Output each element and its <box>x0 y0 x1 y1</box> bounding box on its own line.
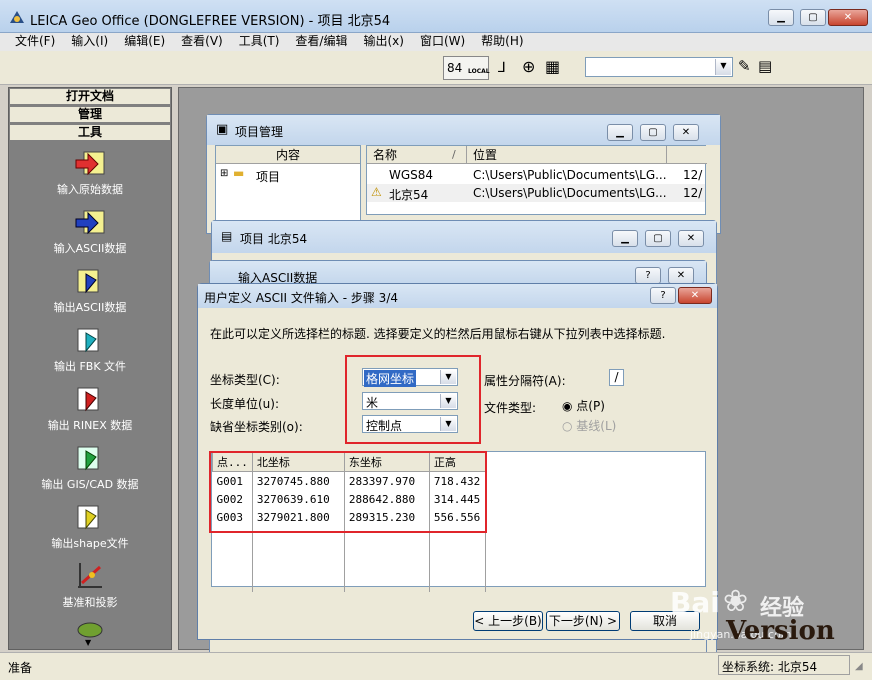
export-gis-icon <box>74 441 106 473</box>
ascii-step-dialog: 用户定义 ASCII 文件输入 - 步骤 3/4 ? ✕ 在此可以定义所选择栏的… <box>197 283 718 640</box>
tab-manage[interactable]: 管理 <box>9 106 171 123</box>
status-text: 准备 <box>8 661 33 675</box>
tool-export-gis-cad[interactable]: 输出 GIS/CAD 数据 <box>9 441 171 492</box>
menu-window[interactable]: 窗口(W) <box>420 34 465 48</box>
tool-import-raw[interactable]: 输入原始数据 <box>9 146 171 197</box>
datum-icon <box>74 559 106 591</box>
toolbar: 84 LOCAL ⅃ ⊕ ▦ ▼ ✎ ▤ <box>0 51 872 85</box>
menu-tools[interactable]: 工具(T) <box>239 34 280 48</box>
import-raw-icon <box>74 146 106 178</box>
project-window-title: 项目 北京54 <box>240 232 308 246</box>
status-coord-panel: 坐标系统: 北京54 <box>718 655 850 675</box>
status-bar: 准备 坐标系统: 北京54 ◢ <box>0 652 872 680</box>
edit-icon[interactable]: ✎ <box>738 57 751 75</box>
highlight-box-table <box>209 451 487 533</box>
menu-view-edit[interactable]: 查看/编辑 <box>295 34 347 48</box>
project-window-icon: ▤ <box>221 229 233 243</box>
back-button[interactable]: < 上一步(B) <box>473 611 543 631</box>
sidebar: 打开文档 管理 工具 输入原始数据 输入ASCII数据 输出ASCII数据 输出… <box>8 87 172 650</box>
radio-line[interactable]: ○ 基线(L) <box>562 417 616 434</box>
tool-export-rinex[interactable]: 输出 RINEX 数据 <box>9 382 171 433</box>
menu-edit[interactable]: 编辑(E) <box>124 34 165 48</box>
tool-export-ascii[interactable]: 输出ASCII数据 <box>9 264 171 315</box>
tool-next-partial[interactable] <box>9 618 171 653</box>
menu-file[interactable]: 文件(F) <box>15 34 55 48</box>
pm-minimize-button[interactable]: ▁ <box>607 124 633 141</box>
menu-export[interactable]: 输出(x) <box>363 34 403 48</box>
folder-icon: ▬ <box>233 166 245 180</box>
next-button[interactable]: 下一步(N) > <box>546 611 620 631</box>
warning-icon: ⚠ <box>371 185 382 199</box>
grid-icon[interactable]: ▦ <box>545 57 560 76</box>
menu-view[interactable]: 查看(V) <box>181 34 223 48</box>
tab-tools[interactable]: 工具 <box>9 124 171 141</box>
main-title-bar: LEICA Geo Office (DONGLEFREE VERSION) - … <box>0 0 872 33</box>
close-button[interactable]: ✕ <box>828 9 868 26</box>
list-item[interactable]: WGS84 C:\Users\Public\Documents\LG... 12… <box>367 166 705 184</box>
length-unit-label: 长度单位(u): <box>210 397 280 411</box>
dialog-title: 用户定义 ASCII 文件输入 - 步骤 3/4 <box>204 291 398 305</box>
project-manager-window: ▣ 项目管理 ▁ ▢ ✕ 内容 ⊞ ▬ 项目 名称 / 位置 WGS84 C:\… <box>206 114 721 234</box>
scroll-down-icon[interactable]: ▼ <box>85 638 91 647</box>
pm-close-button[interactable]: ✕ <box>673 124 699 141</box>
cancel-button[interactable]: 取消 <box>630 611 700 631</box>
separator-label: 属性分隔符(A): <box>484 374 566 388</box>
export-ascii-icon <box>74 264 106 296</box>
tab-open-docs[interactable]: 打开文档 <box>9 88 171 105</box>
project-manager-titlebar: ▣ 项目管理 ▁ ▢ ✕ <box>207 115 720 145</box>
window-title: LEICA Geo Office (DONGLEFREE VERSION) - … <box>30 14 391 29</box>
list-item[interactable]: ⚠ 北京54 C:\Users\Public\Documents\LG... 1… <box>367 184 705 202</box>
globe-icon[interactable]: ⊕ <box>522 57 535 76</box>
ascii-help-button[interactable]: ? <box>635 267 661 284</box>
resize-grip-icon[interactable]: ◢ <box>855 661 863 672</box>
project-icon: ▣ <box>216 122 229 137</box>
dialog-close-button[interactable]: ✕ <box>678 287 712 304</box>
pw-minimize-button[interactable]: ▁ <box>612 230 638 247</box>
pm-maximize-button[interactable]: ▢ <box>640 124 666 141</box>
dialog-instruction: 在此可以定义所选择栏的标题. 选择要定义的栏然后用鼠标右键从下拉列表中选择标题. <box>210 327 666 341</box>
toolbar-combo[interactable]: ▼ <box>585 57 733 77</box>
properties-icon[interactable]: ▤ <box>758 57 772 75</box>
ascii-close-button[interactable]: ✕ <box>668 267 694 284</box>
radio-point[interactable]: ◉ 点(P) <box>562 397 605 414</box>
project-window-titlebar: ▤ 项目 北京54 ▁ ▢ ✕ <box>212 221 716 253</box>
coord-type-label: 坐标类型(C): <box>210 373 280 387</box>
export-rinex-icon <box>74 382 106 414</box>
export-fbk-icon <box>74 323 106 355</box>
menu-bar: 文件(F) 输入(I) 编辑(E) 查看(V) 工具(T) 查看/编辑 输出(x) 窗口(W)… <box>0 33 872 51</box>
export-shape-icon <box>74 500 106 532</box>
tool-export-fbk[interactable]: 输出 FBK 文件 <box>9 323 171 374</box>
pw-maximize-button[interactable]: ▢ <box>645 230 671 247</box>
separator-input[interactable]: / <box>609 369 624 386</box>
tool-export-shape[interactable]: 输出shape文件 <box>9 500 171 551</box>
sort-icon: / <box>452 148 456 161</box>
project-manager-title: 项目管理 <box>235 125 284 139</box>
maximize-button[interactable]: ▢ <box>800 9 826 26</box>
file-type-label: 文件类型: <box>484 401 537 415</box>
coord-system-badge[interactable]: 84 LOCAL <box>443 56 490 80</box>
import-ascii-icon <box>74 205 106 237</box>
default-class-label: 缺省坐标类别(o): <box>210 420 303 434</box>
project-list: 名称 / 位置 WGS84 C:\Users\Public\Documents\… <box>366 145 707 215</box>
dialog-help-button[interactable]: ? <box>650 287 676 304</box>
app-icon <box>9 9 25 25</box>
tool-datum-projection[interactable]: 基准和投影 <box>9 559 171 610</box>
col-location[interactable]: 位置 <box>467 146 667 164</box>
import-ascii-titlebar: 输入ASCII数据 ? ✕ <box>210 261 706 285</box>
tool-import-ascii[interactable]: 输入ASCII数据 <box>9 205 171 256</box>
angle-icon[interactable]: ⅃ <box>498 60 506 76</box>
dialog-titlebar: 用户定义 ASCII 文件输入 - 步骤 3/4 ? ✕ <box>198 284 717 308</box>
highlight-box-selects <box>345 355 481 444</box>
expand-icon[interactable]: ⊞ <box>220 168 228 179</box>
chevron-down-icon: ▼ <box>715 59 731 75</box>
tree-item-project[interactable]: 项目 <box>256 168 280 185</box>
pw-close-button[interactable]: ✕ <box>678 230 704 247</box>
menu-import[interactable]: 输入(I) <box>71 34 108 48</box>
tree-header[interactable]: 内容 <box>216 146 360 164</box>
minimize-button[interactable]: ▁ <box>768 9 794 26</box>
menu-help[interactable]: 帮助(H) <box>481 34 523 48</box>
